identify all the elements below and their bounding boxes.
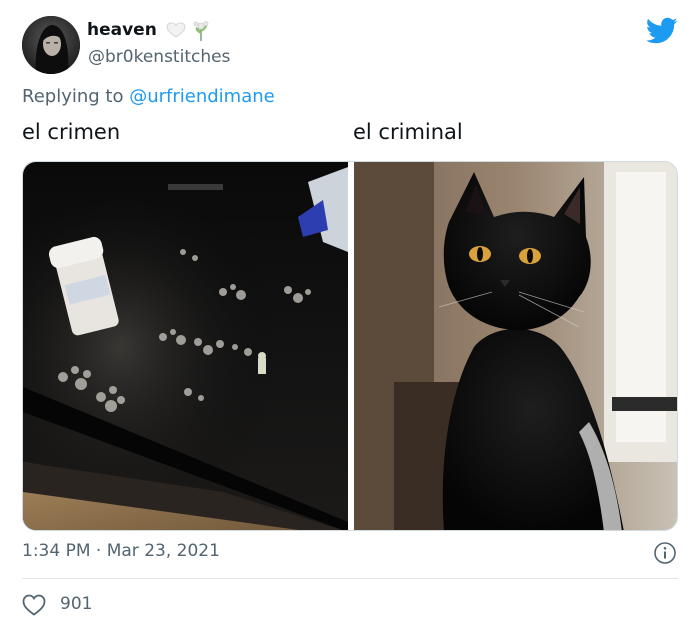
lily-sprig-icon: [190, 20, 212, 42]
tweet-text-line-2: el criminal: [353, 120, 463, 144]
avatar[interactable]: [22, 16, 80, 74]
heart-outline-icon[interactable]: [22, 594, 46, 616]
photo-black-cat[interactable]: [354, 162, 677, 530]
author-display-name[interactable]: heaven: [87, 20, 157, 40]
twitter-bird-icon[interactable]: [645, 17, 678, 45]
white-heart-icon: [166, 22, 186, 38]
info-icon[interactable]: [653, 541, 677, 565]
reply-mention-link[interactable]: @urfriendimane: [129, 86, 275, 107]
tweet-card: heaven @br0kenstitches Replying to @urfr…: [0, 0, 700, 633]
divider: [22, 578, 678, 579]
tweet-timestamp[interactable]: 1:34 PM · Mar 23, 2021: [22, 541, 220, 561]
media-grid: [22, 161, 678, 531]
replying-to-line: Replying to @urfriendimane: [22, 86, 275, 107]
tweet-text-line-1: el crimen: [22, 120, 121, 144]
author-handle[interactable]: @br0kenstitches: [88, 47, 230, 67]
photo-crime-scene[interactable]: [23, 162, 348, 530]
replying-prefix: Replying to: [22, 86, 124, 107]
like-count[interactable]: 901: [60, 594, 92, 614]
